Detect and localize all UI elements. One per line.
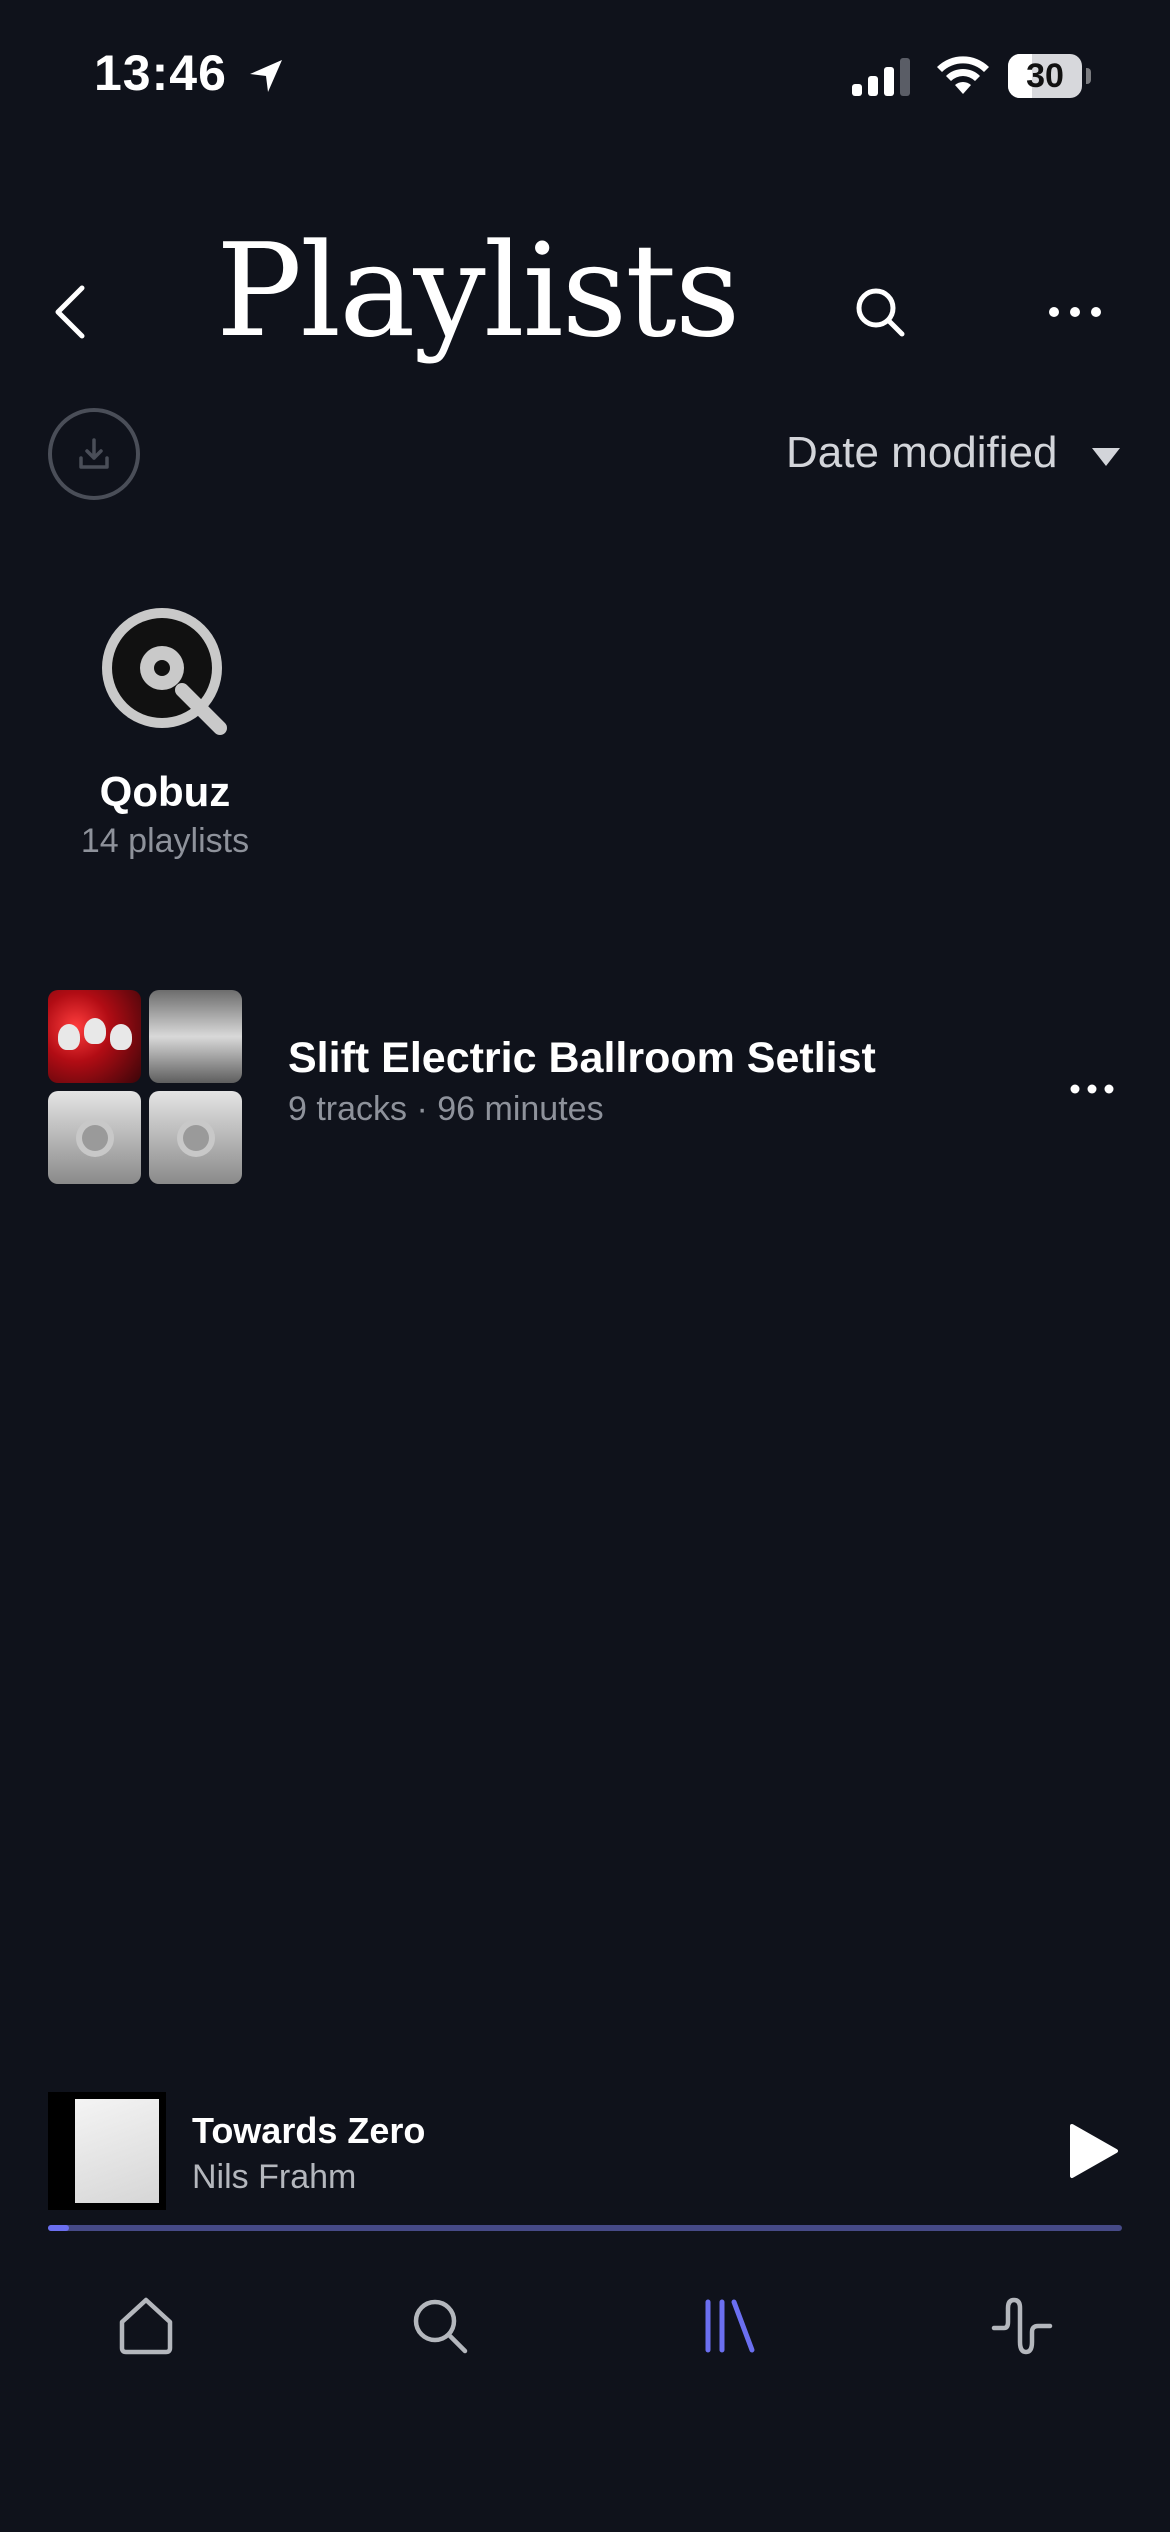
now-playing-title[interactable]: Towards Zero [192,2110,425,2152]
cellular-signal-icon [852,58,910,96]
artwork-tile [48,1091,141,1184]
download-icon [79,438,109,469]
status-time: 13:46 [94,45,227,101]
qobuz-playlist-count: 14 playlists [80,822,250,860]
playback-progress-bar[interactable] [48,2225,1122,2231]
back-chevron-icon[interactable] [48,282,92,342]
download-filter-button[interactable] [48,408,140,500]
playback-progress-fill [48,2225,70,2231]
now-playing-artist[interactable]: Nils Frahm [192,2158,356,2197]
more-options-icon[interactable] [1048,298,1102,326]
qobuz-logo-icon[interactable] [96,602,236,742]
sort-selector[interactable]: Date modified [786,428,1057,478]
activity-tab-icon[interactable] [990,2294,1054,2358]
search-icon[interactable] [852,284,908,340]
battery-level: 30 [1026,57,1064,95]
page-title: Playlists [216,217,740,366]
playlist-meta: 9 tracks · 96 minutes [288,1090,604,1128]
battery-indicator: 30 [1008,54,1091,98]
artwork-tile [48,990,141,1083]
library-tab-icon[interactable] [698,2294,762,2358]
now-playing-artwork[interactable] [48,2092,166,2210]
playlist-title[interactable]: Slift Electric Ballroom Setlist [288,1034,876,1083]
qobuz-folder-name[interactable]: Qobuz [60,768,270,816]
play-icon[interactable] [1068,2122,1120,2180]
home-tab-icon[interactable] [114,2294,178,2358]
wifi-icon [937,56,989,94]
location-arrow-icon [250,60,282,92]
dropdown-triangle-icon[interactable] [1090,446,1122,468]
playlist-more-icon[interactable] [1070,1080,1114,1098]
playlist-artwork-mosaic[interactable] [48,990,242,1184]
artwork-tile [149,1091,242,1184]
search-tab-icon[interactable] [408,2294,472,2358]
artwork-tile [149,990,242,1083]
